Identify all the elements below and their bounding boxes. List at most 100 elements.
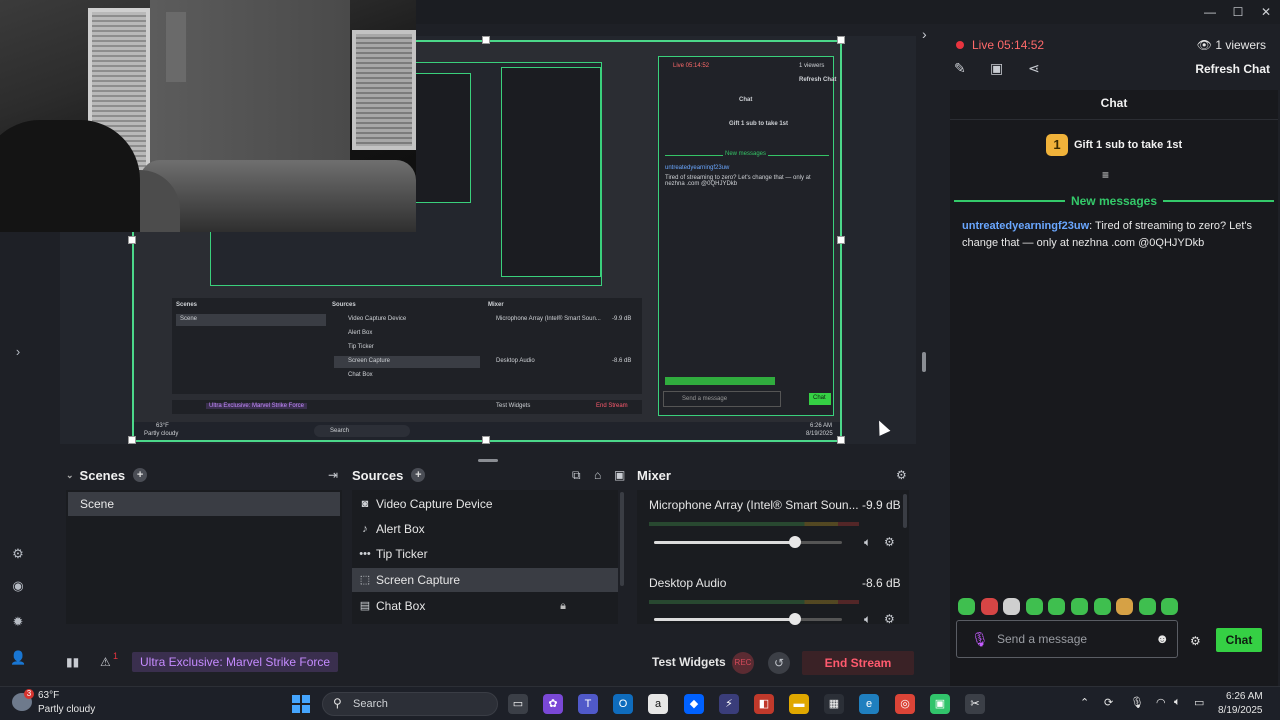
end-stream-button[interactable]: End Stream (802, 651, 914, 675)
resize-handle-bottom-right[interactable] (837, 436, 845, 444)
tray-overflow-icon[interactable]: ⌃ (1080, 696, 1089, 709)
resize-handle-top-right[interactable] (837, 36, 845, 44)
task-view-icon[interactable]: ▭ (508, 694, 528, 714)
emote-icon[interactable] (1025, 598, 1043, 615)
clock-time[interactable]: 6:26 AM (1226, 691, 1263, 702)
preview-splitter-handle[interactable] (922, 352, 926, 372)
widget-icon[interactable]: ⚙ (10, 546, 26, 562)
maximize-icon[interactable]: ☐ (1224, 0, 1252, 24)
mixer-desktop-slider-knob[interactable] (789, 613, 801, 625)
resize-handle-bottom[interactable] (482, 436, 490, 444)
emote-icon[interactable] (1161, 598, 1179, 615)
source-item-tip-ticker[interactable]: ••• Tip Ticker (352, 542, 618, 566)
tray-mic-icon[interactable]: 🎙︎ (1130, 696, 1144, 709)
profile-icon[interactable]: 👤 (10, 650, 26, 666)
nested-source-5: Chat Box (348, 372, 373, 378)
camera-settings-icon[interactable]: ▣ (990, 60, 1003, 77)
refresh-chat-button[interactable]: Refresh Chat (1195, 62, 1270, 76)
pinned-expand-icon[interactable]: ≡ (1102, 168, 1109, 182)
lock-icon[interactable]: 🔒︎ (560, 594, 566, 618)
share-icon[interactable]: ⋖ (1028, 60, 1040, 77)
alert-warning-icon[interactable]: ⚠ (100, 655, 111, 669)
source-item-alert-box[interactable]: ♪ Alert Box (352, 517, 618, 541)
chat-message-input[interactable]: 🎙︎ Send a message ☻ (956, 620, 1178, 658)
emote-icon[interactable] (1071, 598, 1088, 615)
desktop-settings-icon[interactable]: ⚙ (884, 612, 895, 626)
chat-message-username[interactable]: untreatedyearningf23uw (962, 220, 1089, 232)
test-widgets-button[interactable]: Test Widgets (652, 655, 726, 669)
source-item-chat-box[interactable]: ▤ Chat Box 🔒︎ (352, 594, 618, 618)
source-visibility-icon[interactable]: ⌂ (594, 468, 601, 482)
streamlabs-taskbar-icon[interactable]: ▣ (930, 694, 950, 714)
tray-sync-icon[interactable]: ⟳ (1104, 696, 1113, 709)
resize-handle-right[interactable] (837, 236, 845, 244)
stream-title-tag[interactable]: Ultra Exclusive: Marvel Strike Force (132, 652, 339, 672)
outlook-icon[interactable]: O (613, 694, 633, 714)
emote-icon[interactable] (980, 598, 998, 615)
source-selection-icon[interactable]: ⧉ (572, 468, 581, 483)
office-icon[interactable]: ◧ (754, 694, 774, 714)
taskbar-search[interactable]: ⚲ Search (322, 692, 498, 716)
resize-handle-bottom-left[interactable] (128, 436, 136, 444)
stats-icon[interactable]: ▮▮ (66, 655, 79, 669)
amazon-icon[interactable]: a (648, 694, 668, 714)
mixer-scrollbar[interactable] (903, 494, 907, 528)
clock-date[interactable]: 8/19/2025 (1218, 705, 1263, 716)
scene-item[interactable]: Scene (68, 492, 340, 516)
tray-volume-icon[interactable]: 🔈︎ (1174, 696, 1181, 709)
copilot-icon[interactable]: ✿ (543, 694, 563, 714)
mixer-desktop-slider[interactable] (654, 613, 842, 625)
edit-stream-info-icon[interactable]: ✎ (954, 60, 966, 77)
mixer-mic-slider-knob[interactable] (789, 536, 801, 548)
file-explorer-icon[interactable]: ▬ (789, 694, 809, 714)
nested-refresh: Refresh Chat (799, 77, 837, 83)
add-source-icon[interactable]: + (411, 468, 426, 482)
chat-settings-icon[interactable]: ⚙ (1190, 634, 1201, 648)
resize-handle-left[interactable] (128, 236, 136, 244)
scene-transitions-icon[interactable]: ⇥ (328, 468, 338, 482)
teams-icon[interactable]: T (578, 694, 598, 714)
close-icon[interactable]: ✕ (1252, 0, 1280, 24)
collapse-chat-chevron-icon[interactable]: › (922, 26, 927, 42)
emote-icon[interactable] (1116, 598, 1134, 615)
desktop-speaker-icon[interactable]: 🔈︎ (864, 612, 871, 627)
app-icon-8[interactable]: ⚡︎ (719, 694, 739, 714)
source-item-video-capture[interactable]: ◙ Video Capture Device (352, 492, 618, 516)
dashboard-icon[interactable]: ◉ (10, 578, 26, 594)
emote-icon[interactable] (1093, 598, 1111, 615)
emote-icon[interactable] (1048, 598, 1066, 615)
dropbox-icon[interactable]: ◆ (684, 694, 704, 714)
chevron-right-icon[interactable]: › (10, 344, 26, 360)
emoji-picker-icon[interactable]: ☻ (1155, 631, 1169, 646)
edge-icon[interactable]: e (859, 694, 879, 714)
microsoft-store-icon[interactable]: ▦ (824, 694, 844, 714)
sources-scrollbar[interactable] (620, 492, 624, 586)
emote-icon[interactable] (1003, 598, 1021, 615)
minimize-icon[interactable]: — (1196, 0, 1224, 24)
emote-icon[interactable] (1138, 598, 1156, 615)
microphone-icon[interactable]: 🎙︎ (971, 631, 989, 648)
gift-sub-prompt[interactable]: Gift 1 sub to take 1st (1074, 139, 1182, 151)
mixer-mic-slider[interactable] (654, 536, 842, 548)
weather-temperature[interactable]: 63°F (38, 690, 59, 701)
app-icon-14[interactable]: ✂ (965, 694, 985, 714)
source-folder-icon[interactable]: ▣ (614, 468, 625, 482)
source-item-screen-capture[interactable]: ⬚ Screen Capture (352, 568, 618, 592)
settings-icon[interactable]: ✹ (10, 614, 26, 630)
mic-settings-icon[interactable]: ⚙ (884, 535, 895, 549)
tray-battery-icon[interactable]: ▭ (1194, 696, 1204, 709)
send-chat-button[interactable]: Chat (1216, 628, 1262, 652)
record-button[interactable]: REC (732, 652, 754, 674)
mixer-settings-icon[interactable]: ⚙ (896, 468, 907, 482)
weather-description[interactable]: Partly cloudy (38, 704, 95, 715)
windows-start-icon[interactable] (292, 695, 310, 713)
resize-handle-top[interactable] (482, 36, 490, 44)
chrome-icon[interactable]: ◎ (895, 694, 915, 714)
add-scene-icon[interactable]: + (133, 468, 148, 482)
replay-buffer-icon[interactable]: ↺ (768, 652, 790, 674)
mic-speaker-icon[interactable]: 🔈︎ (864, 535, 871, 550)
emote-icon[interactable] (958, 598, 975, 615)
chevron-down-icon[interactable]: ⌄ (66, 470, 74, 481)
tray-wifi-icon[interactable]: ◠ (1156, 696, 1166, 709)
taskbar-search-label: Search (353, 698, 388, 710)
